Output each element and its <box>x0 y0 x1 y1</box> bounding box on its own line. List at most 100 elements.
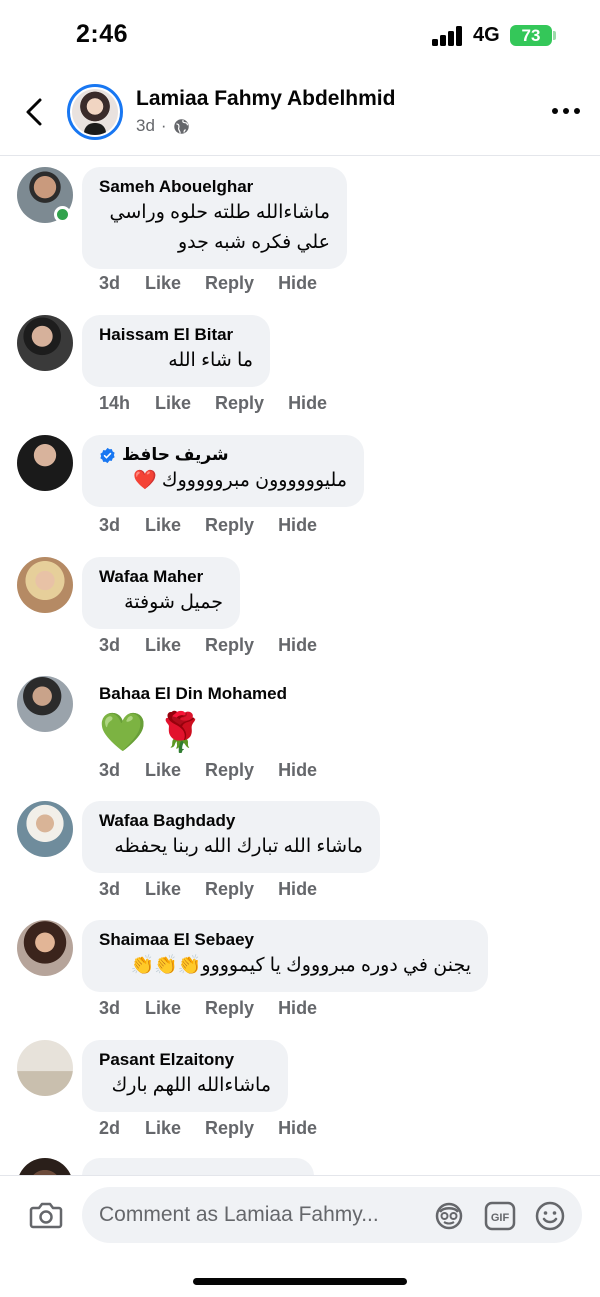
hide-button[interactable]: Hide <box>278 515 317 536</box>
commenter-name[interactable]: Wafaa Maher <box>99 567 223 587</box>
commenter-avatar[interactable] <box>17 435 73 491</box>
hide-button[interactable]: Hide <box>278 879 317 900</box>
status-time: 2:46 <box>76 20 129 48</box>
post-meta: 3d · <box>136 116 190 136</box>
commenter-avatar[interactable] <box>17 801 73 857</box>
comment-emoji: 💚 🌹 <box>99 712 205 754</box>
commenter-name[interactable]: Shaimaa El Sebaey <box>99 930 471 950</box>
comment-actions: 3d Like Reply Hide <box>99 515 317 536</box>
comment-text: ماشاء الله تبارك الله ربنا يحفظه <box>114 836 363 857</box>
svg-text:GIF: GIF <box>491 1212 510 1224</box>
comment-actions: 14h Like Reply Hide <box>99 393 327 414</box>
comment-bubble[interactable]: Shaimaa El Sebaey يجنن في دوره مبروووك ي… <box>82 920 488 992</box>
battery-icon: 73 <box>510 25 552 46</box>
post-header: Lamiaa Fahmy Abdelhmid 3d · <box>0 72 600 156</box>
avatar-sticker-icon[interactable] <box>432 1199 466 1233</box>
reply-button[interactable]: Reply <box>205 635 254 656</box>
like-button[interactable]: Like <box>145 879 181 900</box>
hide-button[interactable]: Hide <box>288 393 327 414</box>
comment-time: 3d <box>99 760 121 780</box>
commenter-avatar[interactable] <box>17 315 73 371</box>
commenter-avatar[interactable] <box>17 1158 73 1175</box>
comment-actions: 2d Like Reply Hide <box>99 1118 317 1139</box>
commenter-avatar[interactable] <box>17 920 73 976</box>
comment-actions: 3d Like Reply Hide <box>99 998 317 1019</box>
comment-composer: Comment as Lamiaa Fahmy... GIF <box>0 1175 600 1257</box>
home-indicator <box>193 1278 407 1285</box>
hide-button[interactable]: Hide <box>278 635 317 656</box>
comment-input[interactable]: Comment as Lamiaa Fahmy... GIF <box>82 1187 582 1243</box>
comment-text: ماشاءالله اللهم بارك <box>111 1075 271 1096</box>
comment-time: 3d <box>99 998 121 1018</box>
commenter-name[interactable]: Sameh Abouelghar <box>99 177 330 197</box>
reply-button[interactable]: Reply <box>205 879 254 900</box>
reply-button[interactable]: Reply <box>205 998 254 1019</box>
comment-time: 3d <box>99 273 121 293</box>
commenter-name-row: شريف حافظ <box>99 445 347 465</box>
online-indicator <box>54 206 71 223</box>
like-button[interactable]: Like <box>145 760 181 781</box>
globe-icon <box>173 118 189 134</box>
author-name[interactable]: Lamiaa Fahmy Abdelhmid <box>136 87 395 111</box>
comment-actions: 3d Like Reply Hide <box>99 635 317 656</box>
comment-text: ما شاء الله <box>168 350 253 371</box>
commenter-name[interactable]: Pasant Elzaitony <box>99 1050 271 1070</box>
reply-button[interactable]: Reply <box>215 393 264 414</box>
comment-bubble[interactable]: شريف حافظ مليوووووون مبروووووك ❤️ <box>82 435 364 507</box>
comment-placeholder: Comment as Lamiaa Fahmy... <box>99 1203 379 1226</box>
comment-text: علي فكره شبه جدو <box>177 232 330 253</box>
commenter-name[interactable]: شريف حافظ <box>122 445 229 465</box>
comment-bubble[interactable]: Haissam El Bitar ما شاء الله <box>82 315 270 387</box>
network-label: 4G <box>473 24 500 46</box>
hide-button[interactable]: Hide <box>278 760 317 781</box>
comment-text: ماشاءالله طلته حلوه وراسي <box>109 202 330 223</box>
like-button[interactable]: Like <box>145 1118 181 1139</box>
signal-icon <box>432 26 464 46</box>
author-avatar[interactable] <box>67 84 123 140</box>
comment-time: 14h <box>99 393 131 413</box>
comment-actions: 3d Like Reply Hide <box>99 273 317 294</box>
like-button[interactable]: Like <box>145 998 181 1019</box>
comment-bubble[interactable]: Sameh Abouelghar ماشاءالله طلته حلوه ورا… <box>82 167 347 269</box>
like-button[interactable]: Like <box>155 393 191 414</box>
battery-tip <box>553 31 556 40</box>
commenter-name[interactable]: Bahaa El Din Mohamed <box>99 684 325 704</box>
meta-separator: · <box>160 116 167 135</box>
commenter-avatar[interactable] <box>17 557 73 613</box>
more-icon[interactable] <box>552 108 580 114</box>
comments-list[interactable]: Sameh Abouelghar ماشاءالله طلته حلوه ورا… <box>0 160 600 1175</box>
reply-button[interactable]: Reply <box>205 515 254 536</box>
comment-bubble[interactable]: Bahaa El Din Mohamed 💚 🌹 <box>82 676 342 764</box>
comment-bubble[interactable]: Wafaa Maher جميل شوفتة <box>82 557 240 629</box>
reply-button[interactable]: Reply <box>205 273 254 294</box>
back-chevron-icon[interactable] <box>20 92 50 132</box>
commenter-avatar[interactable] <box>17 1040 73 1096</box>
comment-bubble[interactable]: Wafaa Baghdady ماشاء الله تبارك الله ربن… <box>82 801 380 873</box>
comment-time: 3d <box>99 879 121 899</box>
hide-button[interactable]: Hide <box>278 1118 317 1139</box>
comment-text: جميل شوفتة <box>124 592 223 613</box>
emoji-icon[interactable] <box>533 1199 567 1233</box>
reply-button[interactable]: Reply <box>205 760 254 781</box>
status-bar: 2:46 4G 73 <box>0 0 600 72</box>
comment-bubble[interactable]: Pasant Elzaitony ماشاءالله اللهم بارك <box>82 1040 288 1112</box>
comment-bubble[interactable] <box>82 1158 314 1175</box>
comment-time: 3d <box>99 635 121 655</box>
gif-icon[interactable]: GIF <box>483 1199 517 1233</box>
hide-button[interactable]: Hide <box>278 998 317 1019</box>
post-time: 3d <box>136 116 155 135</box>
commenter-name[interactable]: Haissam El Bitar <box>99 325 253 345</box>
like-button[interactable]: Like <box>145 635 181 656</box>
reply-button[interactable]: Reply <box>205 1118 254 1139</box>
comment-actions: 3d Like Reply Hide <box>99 760 317 781</box>
verified-icon <box>100 447 115 463</box>
comment-text: يجنن في دوره مبروووك يا كيموووو👏👏👏 <box>130 955 471 976</box>
like-button[interactable]: Like <box>145 273 181 294</box>
commenter-name[interactable]: Wafaa Baghdady <box>99 811 363 831</box>
like-button[interactable]: Like <box>145 515 181 536</box>
comment-text: مليوووووون مبروووووك ❤️ <box>133 470 347 491</box>
hide-button[interactable]: Hide <box>278 273 317 294</box>
comment-time: 2d <box>99 1118 121 1138</box>
commenter-avatar[interactable] <box>17 676 73 732</box>
camera-icon[interactable] <box>28 1198 64 1232</box>
